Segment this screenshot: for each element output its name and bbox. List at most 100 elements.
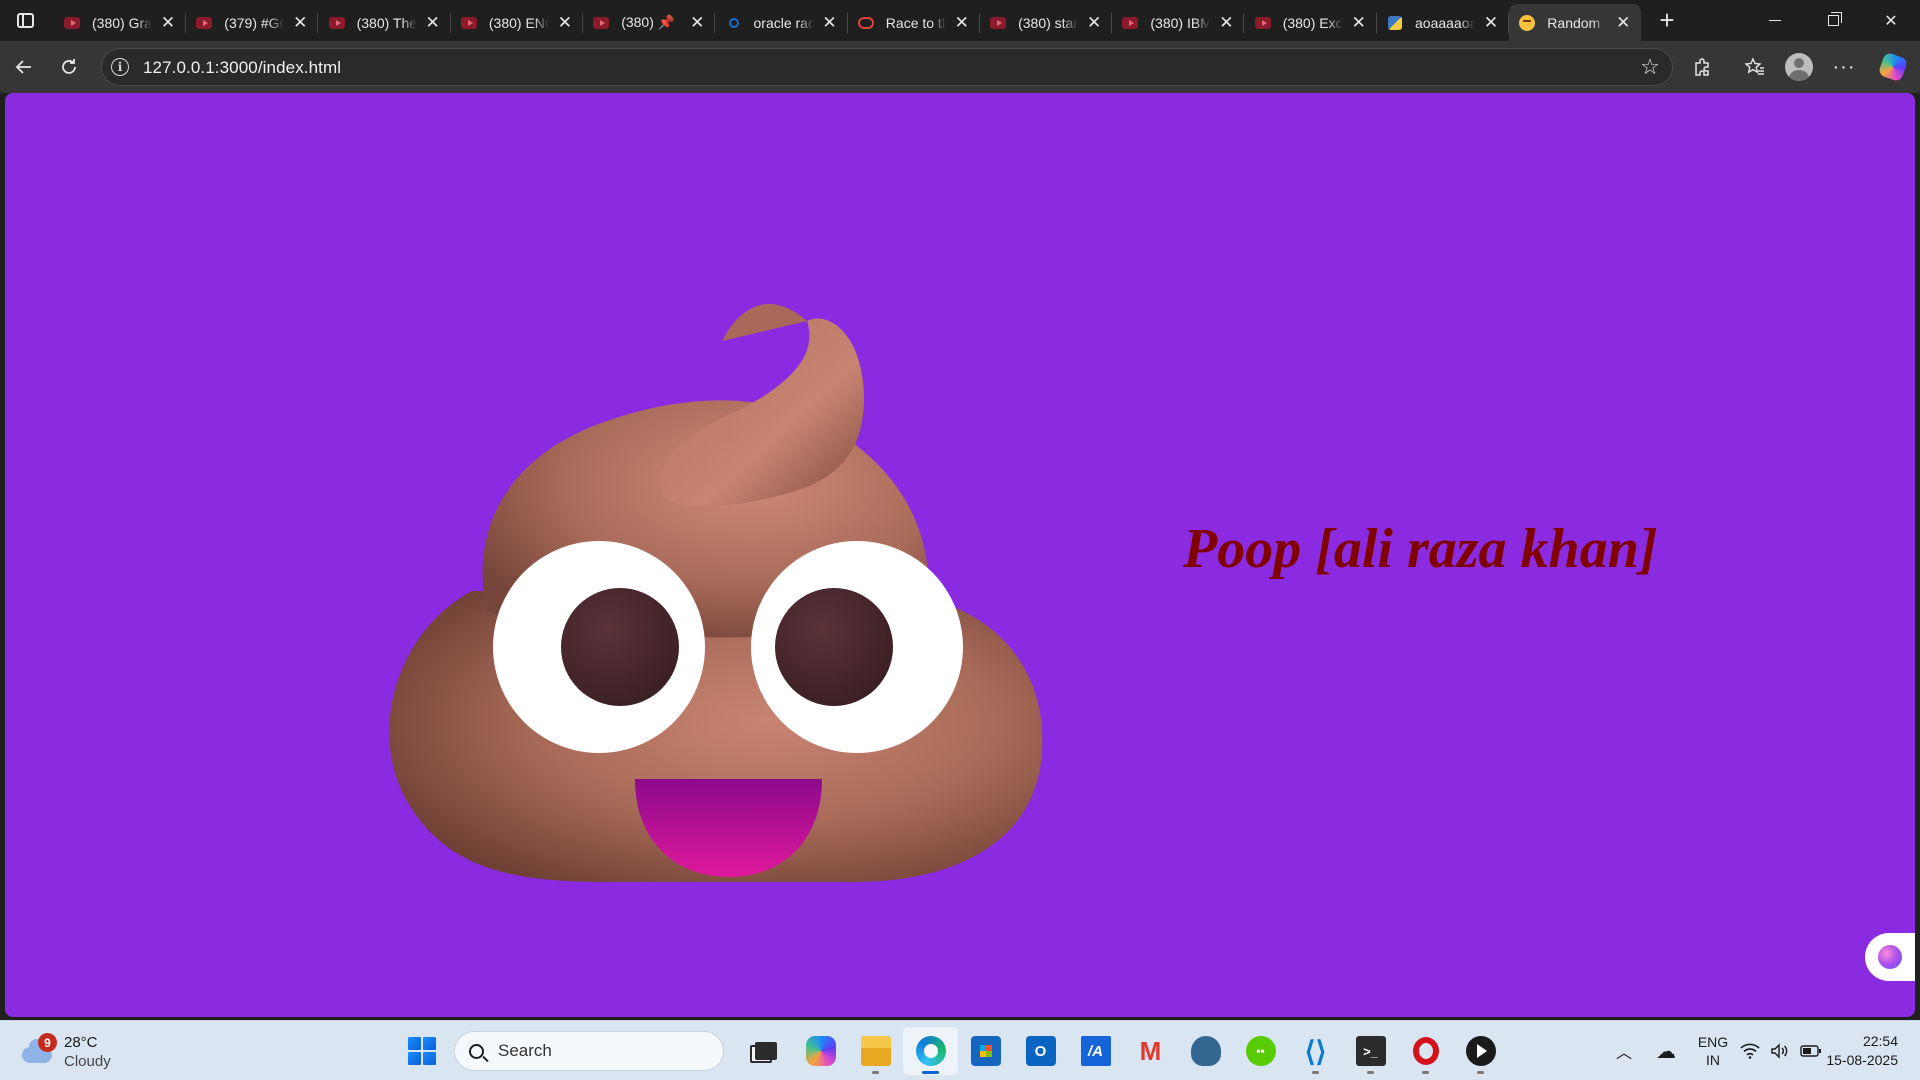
vscode-button[interactable]: ⟨⟩ <box>1288 1027 1343 1075</box>
outlook-icon: O <box>1025 1036 1056 1066</box>
youtube-icon <box>1122 15 1139 31</box>
browser-tab[interactable]: Random ✕ <box>1509 4 1642 41</box>
restore-button[interactable] <box>1804 0 1862 41</box>
gmail-icon: M <box>1139 1035 1162 1066</box>
language-region: IN <box>1706 1052 1720 1068</box>
edge-icon <box>915 1036 946 1066</box>
browser-tab[interactable]: aoaaaaoa ✕ <box>1377 4 1509 41</box>
browser-tab[interactable]: Race to the ✕ <box>848 4 980 41</box>
close-tab-icon[interactable]: ✕ <box>1349 13 1369 33</box>
start-button[interactable] <box>402 1031 442 1071</box>
close-tab-icon[interactable]: ✕ <box>1084 13 1104 33</box>
close-tab-icon[interactable]: ✕ <box>820 13 840 33</box>
settings-more-button[interactable]: ··· <box>1826 49 1862 85</box>
close-tab-icon[interactable]: ✕ <box>555 13 575 33</box>
screen: (380) Grand✕(379) #GOTHAM✕(380) The✕(380… <box>0 0 1920 1080</box>
refresh-button[interactable] <box>51 49 87 85</box>
browser-tab[interactable]: (379) #GOTHAM ✕ <box>186 4 319 41</box>
file-explorer-icon <box>860 1036 891 1066</box>
copilot-icon <box>805 1036 836 1066</box>
refresh-icon <box>62 59 76 74</box>
taskbar-apps: Search O /A M •• ⟨⟩ >_ <box>402 1027 1508 1075</box>
duolingo-button[interactable]: •• <box>1233 1027 1288 1075</box>
new-tab-button[interactable]: + <box>1652 6 1682 36</box>
browser-tab[interactable]: oracle race ✕ <box>716 4 848 41</box>
close-tab-icon[interactable]: ✕ <box>1481 13 1501 33</box>
duolingo-icon: •• <box>1245 1036 1276 1066</box>
microsoft-store-button[interactable] <box>958 1027 1013 1075</box>
close-tab-icon[interactable]: ✕ <box>158 13 178 33</box>
terminal-button[interactable]: >_ <box>1343 1027 1398 1075</box>
show-hidden-icons-button[interactable]: ︿ <box>1604 1021 1644 1080</box>
close-tab-icon[interactable]: ✕ <box>1613 13 1633 33</box>
edge-button[interactable] <box>903 1027 958 1075</box>
browser-tab[interactable]: (380) ENGLISH ✕ <box>451 4 583 41</box>
task-view-button[interactable] <box>738 1027 793 1075</box>
youtube-icon <box>990 15 1007 31</box>
minimize-button[interactable] <box>1746 0 1804 41</box>
favorites-icon <box>1744 57 1764 75</box>
opera-icon <box>1411 1036 1441 1066</box>
postgresql-button[interactable] <box>1178 1027 1233 1075</box>
address-bar[interactable]: i 127.0.0.1:3000/index.html ☆ <box>101 48 1673 86</box>
address-url[interactable]: 127.0.0.1:3000/index.html <box>143 58 341 78</box>
more-dots-icon: ··· <box>1832 55 1856 78</box>
outlook-button[interactable]: O <box>1013 1027 1068 1075</box>
onedrive-button[interactable]: ☁ <box>1644 1021 1688 1080</box>
close-tab-icon[interactable]: ✕ <box>290 13 310 33</box>
close-window-button[interactable]: ✕ <box>1862 0 1920 41</box>
youtube-icon <box>1254 15 1271 31</box>
browser-tab[interactable]: (380) Excel ✕ <box>1245 4 1377 41</box>
tab-title: (380) The <box>356 14 417 31</box>
close-tab-icon[interactable]: ✕ <box>687 13 707 33</box>
favorites-button[interactable] <box>1737 49 1773 85</box>
language-indicator[interactable]: ENG IN <box>1688 1021 1738 1080</box>
tab-title: oracle race <box>753 14 814 31</box>
weather-widget[interactable]: 9 28°C Cloudy <box>18 1029 111 1075</box>
youtube-icon <box>593 15 610 31</box>
cloud-icon: 9 <box>18 1033 57 1067</box>
puzzle-icon <box>1695 58 1709 76</box>
youtube-icon <box>460 15 477 31</box>
close-tab-icon[interactable]: ✕ <box>1216 13 1236 33</box>
site-info-icon[interactable]: i <box>111 58 129 76</box>
extensions-button[interactable] <box>1685 49 1721 85</box>
copilot-app-button[interactable] <box>793 1027 848 1075</box>
media-player-button[interactable] <box>1453 1027 1508 1075</box>
tab-title: aoaaaaoa <box>1415 14 1475 31</box>
close-tab-icon[interactable]: ✕ <box>423 13 443 33</box>
chevron-up-icon: ︿ <box>1615 1045 1632 1062</box>
weather-badge: 9 <box>38 1033 57 1052</box>
browser-tab[interactable]: (380) IBM ✕ <box>1112 4 1245 41</box>
close-tab-icon[interactable]: ✕ <box>952 13 972 33</box>
opera-button[interactable] <box>1398 1027 1453 1075</box>
back-button[interactable] <box>6 49 42 85</box>
search-icon <box>469 1043 484 1059</box>
tab-title: Race to the <box>885 14 946 31</box>
battery-icon <box>1800 1045 1821 1057</box>
task-view-icon <box>751 1036 781 1066</box>
azure-button[interactable]: /A <box>1068 1027 1123 1075</box>
back-arrow-icon <box>15 60 31 74</box>
gmail-button[interactable]: M <box>1123 1027 1178 1075</box>
tab-actions-menu-button[interactable] <box>8 4 42 36</box>
copilot-button[interactable] <box>1875 49 1911 85</box>
profile-button[interactable] <box>1781 49 1817 85</box>
file-explorer-button[interactable] <box>848 1027 903 1075</box>
favorite-star-icon[interactable]: ☆ <box>1638 55 1662 79</box>
youtube-icon <box>328 15 345 31</box>
language-code: ENG <box>1697 1034 1729 1050</box>
browser-tab[interactable]: (380) start ✕ <box>980 4 1113 41</box>
browser-tab[interactable]: (380) Grand ✕ <box>54 4 186 41</box>
quick-settings-button[interactable] <box>1738 1021 1824 1080</box>
media-player-icon <box>1465 1036 1496 1066</box>
browser-tab[interactable]: (380) 📌 ✕ <box>583 4 716 41</box>
weather-text: 28°C Cloudy <box>64 1033 111 1071</box>
sidebar-assistant-button[interactable] <box>1865 933 1915 981</box>
youtube-icon <box>196 15 213 31</box>
taskbar-search-box[interactable]: Search <box>454 1031 724 1071</box>
browser-tab[interactable]: (380) The ✕ <box>319 4 451 41</box>
minimize-icon <box>1769 20 1781 21</box>
clock[interactable]: 22:54 15-08-2025 <box>1824 1021 1920 1080</box>
wifi-icon <box>1740 1043 1760 1059</box>
